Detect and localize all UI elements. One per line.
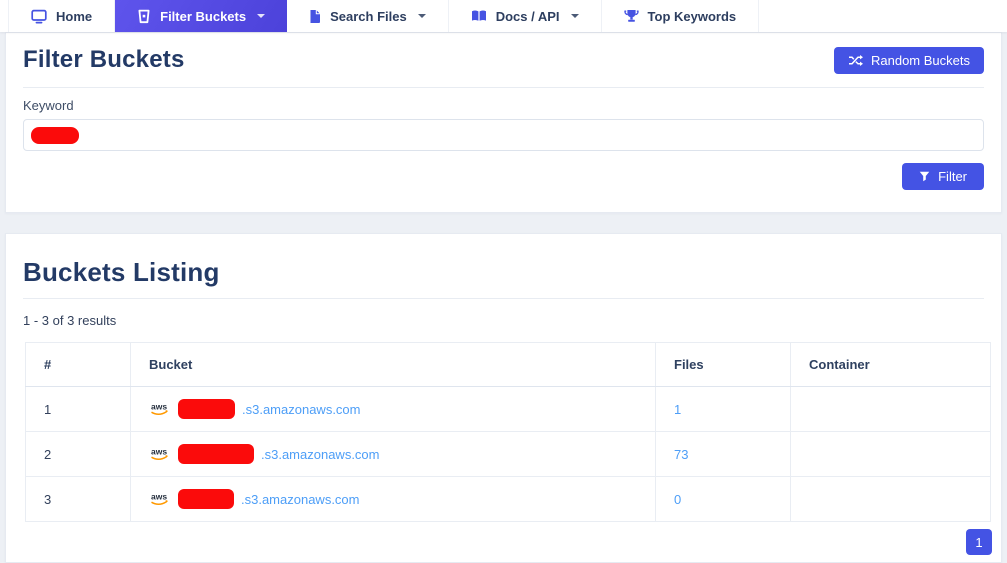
files-count-link[interactable]: 73 — [674, 447, 688, 462]
aws-logo-icon: aws — [149, 401, 171, 417]
row-index: 3 — [26, 477, 131, 522]
row-index: 1 — [26, 387, 131, 432]
table-row: 3 aws — [26, 477, 991, 522]
svg-text:aws: aws — [151, 447, 167, 457]
bucket-name-redaction — [178, 489, 234, 509]
divider — [23, 298, 984, 299]
chevron-down-icon — [571, 14, 579, 18]
pagination-page-1-button[interactable]: 1 — [966, 529, 992, 555]
svg-text:aws: aws — [151, 492, 167, 502]
aws-logo-icon: aws — [149, 446, 171, 462]
bucket-cell: aws .s3.amazonaws.com — [149, 444, 637, 464]
bucket-name-redaction — [178, 399, 235, 419]
bucket-link[interactable]: .s3.amazonaws.com — [241, 492, 360, 507]
bucket-link[interactable]: .s3.amazonaws.com — [242, 402, 361, 417]
aws-logo-icon: aws — [149, 491, 171, 507]
keyword-input-wrap — [23, 119, 984, 151]
buckets-table: # Bucket Files Container 1 a — [25, 342, 991, 522]
filter-button-label: Filter — [938, 169, 967, 184]
col-header-bucket: Bucket — [131, 343, 656, 387]
random-buckets-button[interactable]: Random Buckets — [834, 47, 984, 74]
container-cell — [791, 477, 991, 522]
nav-tab-label: Home — [56, 9, 92, 24]
buckets-listing-panel: Buckets Listing 1 - 3 of 3 results # Buc… — [5, 233, 1002, 563]
funnel-icon — [919, 171, 930, 182]
table-header-row: # Bucket Files Container — [26, 343, 991, 387]
nav-tab-label: Docs / API — [496, 9, 560, 24]
chevron-down-icon — [418, 14, 426, 18]
buckets-table-wrap: # Bucket Files Container 1 a — [25, 342, 990, 522]
col-header-container: Container — [791, 343, 991, 387]
col-header-files: Files — [656, 343, 791, 387]
files-count-link[interactable]: 1 — [674, 402, 681, 417]
listing-title: Buckets Listing — [23, 256, 984, 288]
chevron-down-icon — [257, 14, 265, 18]
col-header-index: # — [26, 343, 131, 387]
bucket-cell: aws .s3.amazonaws.com — [149, 489, 637, 509]
results-summary: 1 - 3 of 3 results — [23, 313, 984, 328]
container-cell — [791, 387, 991, 432]
nav-tab-label: Search Files — [330, 9, 407, 24]
keyword-redaction — [31, 127, 79, 144]
shuffle-icon — [848, 54, 863, 67]
random-buckets-label: Random Buckets — [871, 53, 970, 68]
divider — [23, 87, 984, 88]
nav-tab-label: Filter Buckets — [160, 9, 246, 24]
bucket-link[interactable]: .s3.amazonaws.com — [261, 447, 380, 462]
bucket-cell: aws .s3.amazonaws.com — [149, 399, 637, 419]
book-icon — [471, 9, 487, 23]
container-cell — [791, 432, 991, 477]
files-count-link[interactable]: 0 — [674, 492, 681, 507]
top-navbar: Home Filter Buckets Search Files — [0, 0, 1007, 32]
keyword-label: Keyword — [23, 98, 984, 113]
row-index: 2 — [26, 432, 131, 477]
pagination: 1 — [25, 529, 992, 555]
filter-buckets-panel: Filter Buckets Random Buckets Keyword — [5, 32, 1002, 213]
file-icon — [309, 9, 321, 24]
svg-text:aws: aws — [151, 402, 167, 412]
bucket-name-redaction — [178, 444, 254, 464]
nav-tab-docs-api[interactable]: Docs / API — [449, 0, 602, 32]
table-row: 1 aws — [26, 387, 991, 432]
page-title: Filter Buckets — [23, 46, 185, 74]
nav-tab-label: Top Keywords — [648, 9, 737, 24]
nav-tab-top-keywords[interactable]: Top Keywords — [602, 0, 760, 32]
bucket-icon — [137, 9, 151, 24]
table-row: 2 aws — [26, 432, 991, 477]
nav-tab-home[interactable]: Home — [8, 0, 115, 32]
page: Home Filter Buckets Search Files — [0, 0, 1007, 563]
filter-button[interactable]: Filter — [902, 163, 984, 190]
keyword-input[interactable] — [24, 120, 983, 150]
nav-tab-search-files[interactable]: Search Files — [287, 0, 449, 32]
nav-tab-filter-buckets[interactable]: Filter Buckets — [115, 0, 287, 32]
trophy-icon — [624, 9, 639, 23]
monitor-icon — [31, 9, 47, 24]
